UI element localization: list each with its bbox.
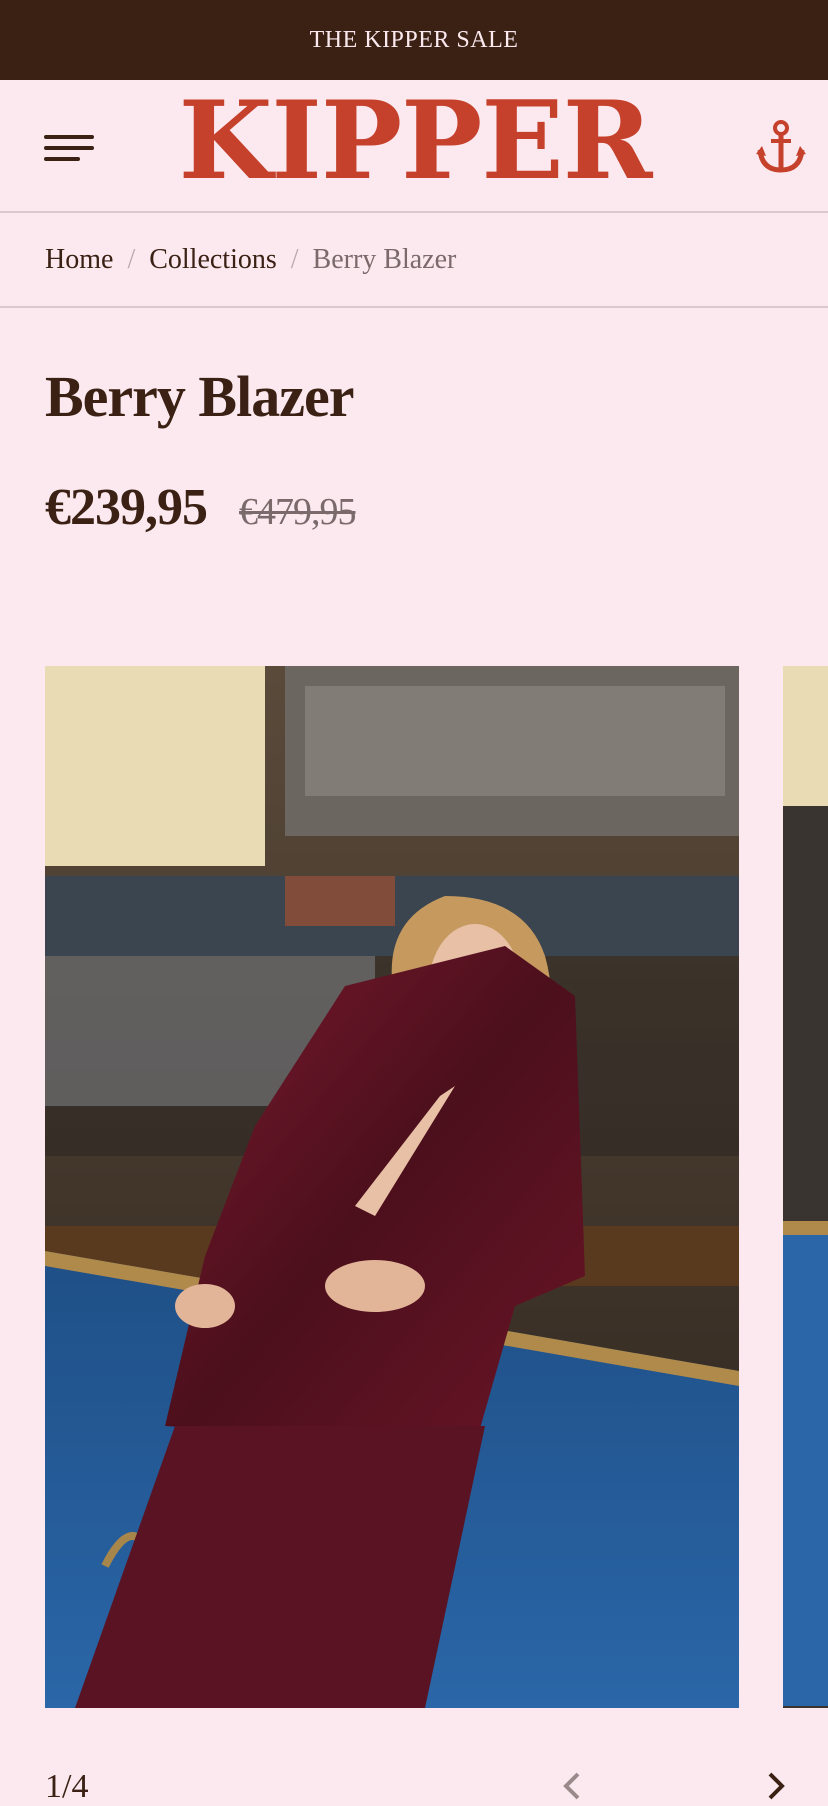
hamburger-menu-icon[interactable] <box>40 132 98 168</box>
site-header: KIPPER <box>0 80 828 213</box>
breadcrumb-home[interactable]: Home <box>45 244 113 276</box>
chevron-right-icon[interactable] <box>756 1770 796 1800</box>
breadcrumb-separator: / <box>127 243 136 275</box>
price-row: €239,95 €479,95 <box>45 478 356 537</box>
product-title: Berry Blazer <box>45 364 354 429</box>
product-gallery[interactable] <box>45 666 828 1708</box>
original-price: €479,95 <box>239 491 356 533</box>
gallery-counter: 1/4 <box>45 1768 89 1805</box>
sale-price: €239,95 <box>45 479 208 536</box>
breadcrumb-collections[interactable]: Collections <box>149 244 277 276</box>
breadcrumb: Home / Collections / Berry Blazer <box>0 213 828 308</box>
kipper-logo[interactable]: KIPPER <box>179 86 653 196</box>
breadcrumb-separator: / <box>290 243 299 275</box>
product-image[interactable] <box>45 666 739 1708</box>
anchor-icon[interactable] <box>754 116 808 176</box>
product-image-next[interactable] <box>783 666 828 1708</box>
breadcrumb-current: Berry Blazer <box>312 243 457 275</box>
announcement-text: THE KIPPER SALE <box>309 26 519 53</box>
announcement-bar[interactable]: THE KIPPER SALE <box>0 0 828 80</box>
chevron-left-icon[interactable] <box>552 1770 592 1800</box>
